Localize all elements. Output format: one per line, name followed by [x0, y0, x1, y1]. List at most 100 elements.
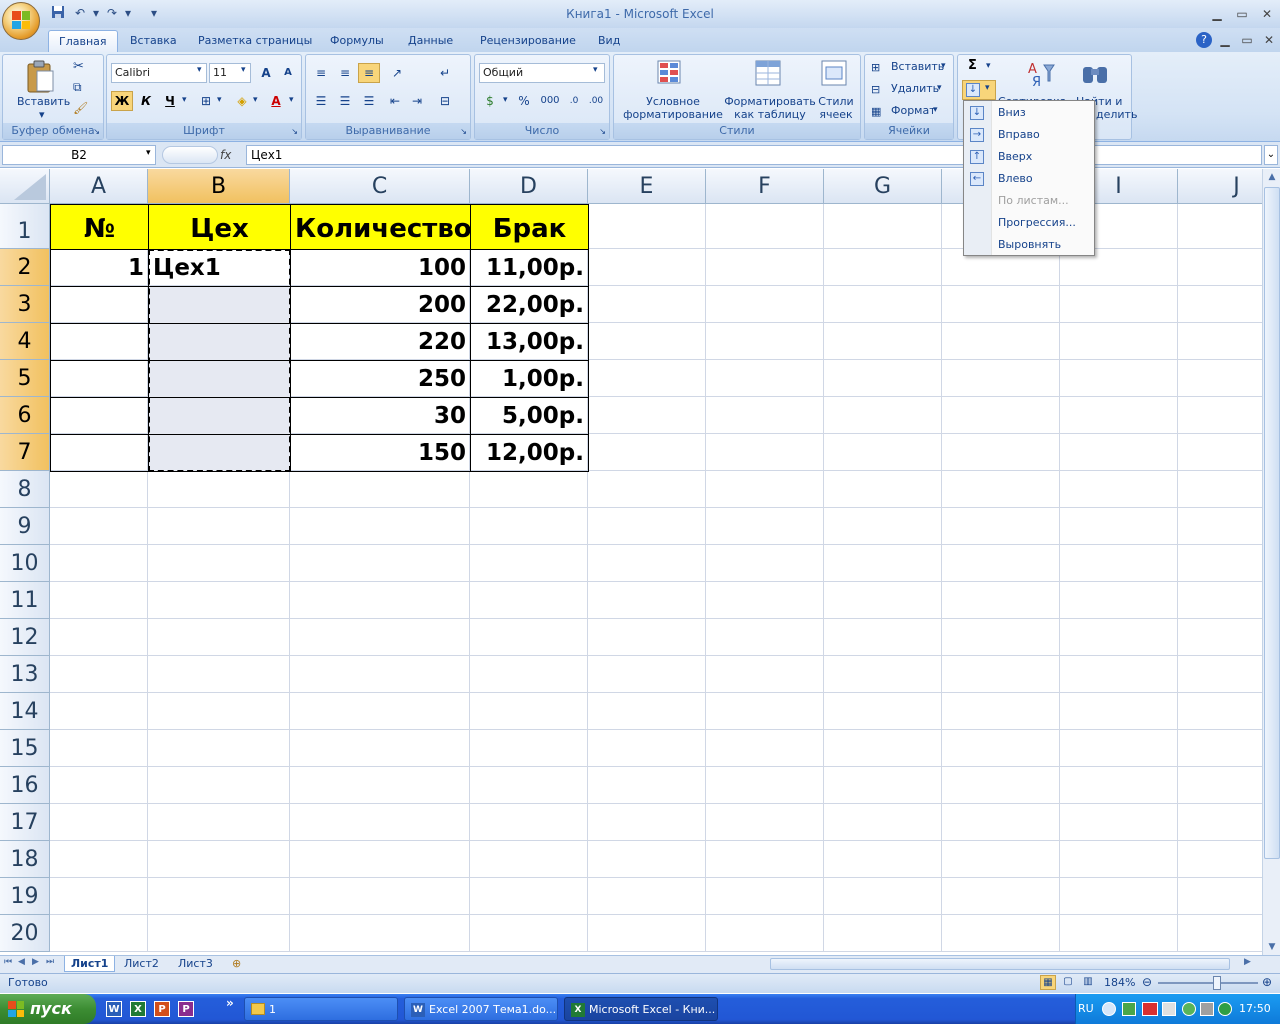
table-cell[interactable]: 220 — [290, 323, 471, 361]
column-header-f[interactable]: F — [706, 169, 824, 204]
row-header-17[interactable]: 17 — [0, 804, 50, 841]
tray-icon-7[interactable] — [1218, 1002, 1232, 1016]
column-header-d[interactable]: D — [470, 169, 588, 204]
cell[interactable] — [290, 693, 470, 730]
insert-sheet-icon[interactable]: ⊕ — [232, 957, 241, 970]
cell[interactable] — [470, 582, 588, 619]
fill-button[interactable]: ↓ ▾ — [962, 80, 996, 100]
tab-insert[interactable]: Вставка — [120, 30, 187, 52]
normal-view-icon[interactable]: ▦ — [1040, 975, 1056, 990]
cell[interactable] — [290, 841, 470, 878]
fill-color-icon[interactable]: ◈ — [231, 91, 253, 111]
cell[interactable] — [470, 656, 588, 693]
undo-icon[interactable]: ↶ — [72, 5, 88, 21]
table-header-cell[interactable]: Количество — [290, 204, 471, 250]
scroll-up-icon[interactable]: ▲ — [1264, 169, 1280, 185]
cell[interactable] — [588, 619, 706, 656]
fill-menu-item[interactable]: Выровнять — [964, 234, 1094, 256]
cell[interactable] — [290, 915, 470, 952]
cell[interactable] — [824, 508, 942, 545]
cell[interactable] — [470, 841, 588, 878]
cell[interactable] — [1178, 730, 1262, 767]
cell[interactable] — [706, 471, 824, 508]
close-icon[interactable]: ✕ — [1256, 6, 1278, 22]
cell[interactable] — [470, 730, 588, 767]
paste-icon[interactable] — [25, 59, 55, 95]
column-header-b[interactable]: B — [148, 169, 290, 204]
taskbar-item-excel[interactable]: X Microsoft Excel - Кни... — [564, 997, 718, 1021]
fill-menu-item[interactable]: Прогрессия... — [964, 212, 1094, 234]
last-sheet-icon[interactable]: ⏭ — [46, 957, 54, 967]
cell-styles-button[interactable]: Стили ячеек — [814, 95, 858, 121]
cell[interactable] — [942, 841, 1060, 878]
zoom-slider[interactable] — [1158, 982, 1258, 984]
cell[interactable] — [942, 804, 1060, 841]
align-left-icon[interactable]: ☰ — [310, 91, 332, 111]
prev-sheet-icon[interactable]: ◀ — [18, 957, 25, 967]
cell[interactable] — [824, 767, 942, 804]
vertical-scrollbar[interactable]: ▲ ▼ — [1262, 169, 1280, 955]
cell[interactable] — [148, 841, 290, 878]
table-cell[interactable]: 150 — [290, 434, 471, 472]
cell[interactable] — [148, 656, 290, 693]
column-header-e[interactable]: E — [588, 169, 706, 204]
decrease-indent-icon[interactable]: ⇤ — [384, 91, 406, 111]
cell[interactable] — [706, 841, 824, 878]
cell[interactable] — [588, 360, 706, 397]
grow-font-button[interactable]: A — [255, 63, 277, 83]
cell[interactable] — [942, 693, 1060, 730]
cell[interactable] — [1178, 249, 1262, 286]
tab-home[interactable]: Главная — [48, 30, 118, 52]
column-header-a[interactable]: A — [50, 169, 148, 204]
cell[interactable] — [50, 804, 148, 841]
cell[interactable] — [942, 286, 1060, 323]
table-cell[interactable] — [50, 397, 149, 435]
cell[interactable] — [1178, 841, 1262, 878]
cell[interactable] — [588, 767, 706, 804]
delete-cells-dropdown-icon[interactable]: ▾ — [937, 83, 942, 93]
find-select-icon[interactable] — [1080, 59, 1110, 89]
cell[interactable] — [470, 545, 588, 582]
bold-button[interactable]: Ж — [111, 91, 133, 111]
cell[interactable] — [942, 471, 1060, 508]
cell[interactable] — [50, 878, 148, 915]
cell[interactable] — [588, 471, 706, 508]
insert-function-button[interactable]: fx — [220, 146, 244, 164]
tab-view[interactable]: Вид — [588, 30, 630, 52]
publisher-quicklaunch-icon[interactable]: P — [178, 1001, 194, 1017]
table-cell[interactable] — [50, 286, 149, 324]
column-header-g[interactable]: G — [824, 169, 942, 204]
cell[interactable] — [290, 656, 470, 693]
cell[interactable] — [1178, 656, 1262, 693]
tray-icon-2[interactable] — [1122, 1002, 1136, 1016]
cell[interactable] — [942, 545, 1060, 582]
cell[interactable] — [148, 767, 290, 804]
cell[interactable] — [942, 397, 1060, 434]
undo-dropdown-icon[interactable]: ▾ — [88, 5, 104, 21]
row-header-1[interactable]: 1 — [0, 204, 50, 249]
increase-decimal-icon[interactable]: .0 — [563, 91, 585, 111]
table-cell[interactable]: 22,00р. — [470, 286, 589, 324]
cell[interactable] — [1060, 360, 1178, 397]
cell[interactable] — [50, 545, 148, 582]
cell[interactable] — [824, 360, 942, 397]
row-header-8[interactable]: 8 — [0, 471, 50, 508]
alignment-dialog-launcher-icon[interactable]: ↘ — [460, 127, 467, 136]
start-button[interactable]: пуск — [0, 994, 96, 1024]
cell[interactable] — [706, 249, 824, 286]
cell[interactable] — [1060, 323, 1178, 360]
cell[interactable] — [824, 471, 942, 508]
table-cell[interactable]: 250 — [290, 360, 471, 398]
cell[interactable] — [1060, 730, 1178, 767]
cell[interactable] — [588, 693, 706, 730]
wrap-text-icon[interactable]: ↵ — [434, 63, 456, 83]
cell[interactable] — [1178, 693, 1262, 730]
cell[interactable] — [942, 582, 1060, 619]
excel-quicklaunch-icon[interactable]: X — [130, 1001, 146, 1017]
cell[interactable] — [706, 878, 824, 915]
percent-button[interactable]: % — [513, 91, 535, 111]
cell[interactable] — [706, 397, 824, 434]
cell[interactable] — [290, 619, 470, 656]
cell[interactable] — [942, 767, 1060, 804]
cell[interactable] — [50, 841, 148, 878]
